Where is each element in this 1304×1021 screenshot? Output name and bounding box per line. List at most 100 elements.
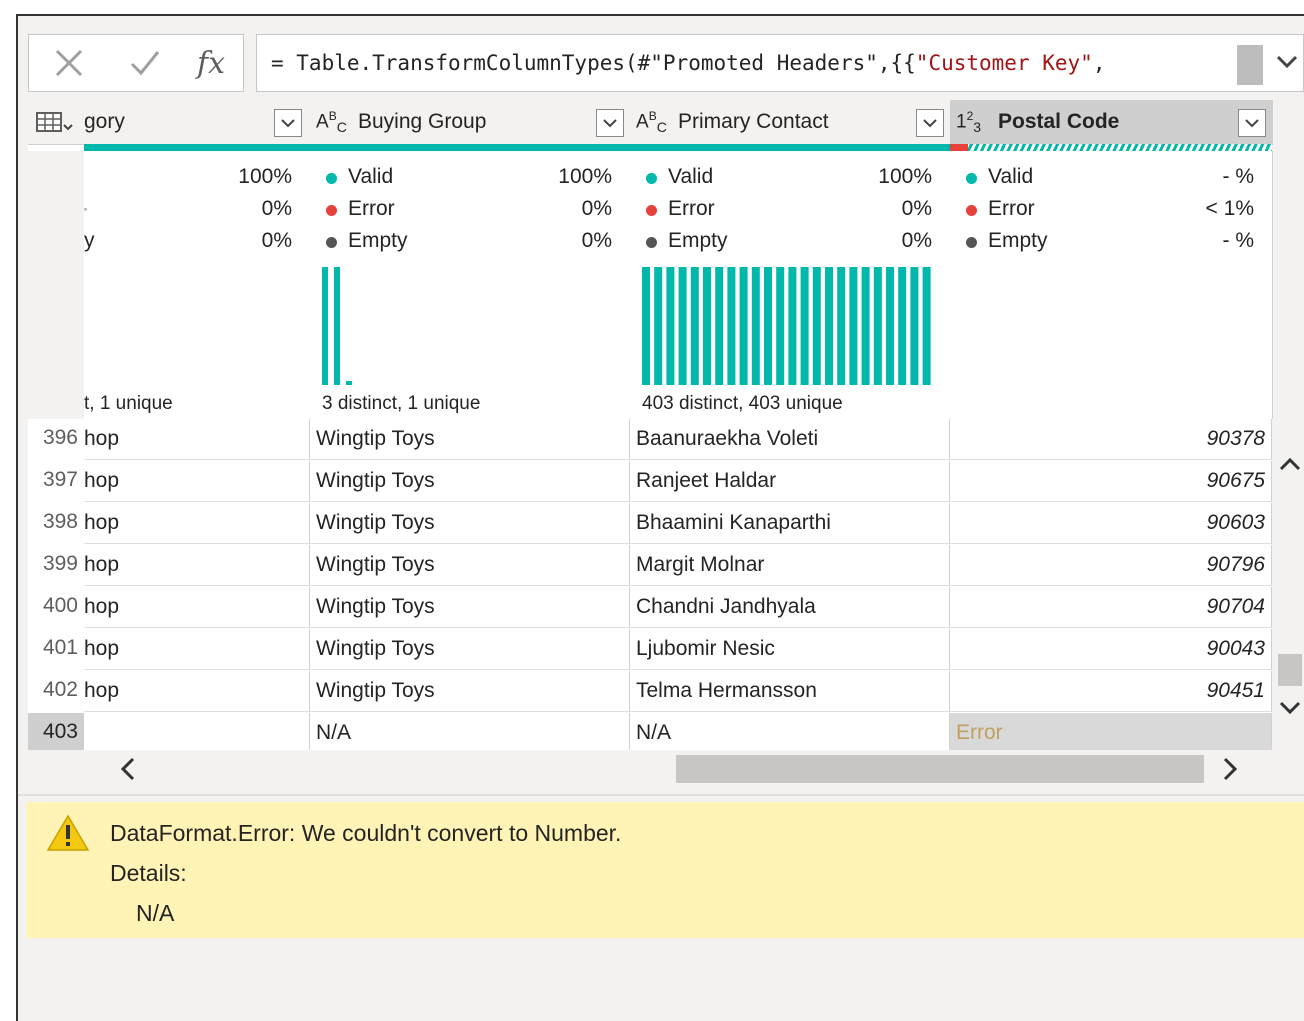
- column-name: gory: [84, 110, 125, 133]
- check-icon[interactable]: [125, 35, 165, 91]
- distribution-bar: [690, 267, 699, 385]
- column-header-buying-group[interactable]: ABC Buying Group: [310, 100, 631, 145]
- table-cell[interactable]: Telma Hermansson: [630, 671, 950, 712]
- distribution-bar: [898, 267, 907, 385]
- column-header-primary-contact[interactable]: ABC Primary Contact: [630, 100, 951, 145]
- table-cell[interactable]: Chandni Jandhyala: [630, 587, 950, 628]
- empty-label: Empty: [988, 229, 1048, 252]
- scroll-up-icon[interactable]: [1278, 452, 1302, 476]
- valid-row: Valid 100%: [324, 165, 612, 195]
- valid-row: 100%: [84, 165, 292, 195]
- table-cell[interactable]: 90378: [950, 419, 1272, 460]
- error-label: Error: [988, 197, 1035, 220]
- column-header-postal-code[interactable]: 123 Postal Code: [950, 100, 1273, 145]
- formula-text[interactable]: = Table.TransformColumnTypes(#"Promoted …: [271, 51, 1105, 75]
- table-cell[interactable]: hop: [84, 461, 310, 502]
- table-cell[interactable]: 90603: [950, 503, 1272, 544]
- row-number[interactable]: 396: [28, 419, 84, 460]
- table-menu-button[interactable]: [28, 100, 85, 145]
- error-percent: 0%: [581, 197, 612, 220]
- horizontal-scrollbar[interactable]: [28, 750, 1272, 788]
- row-number[interactable]: 402: [28, 671, 84, 712]
- table-cell[interactable]: Margit Molnar: [630, 545, 950, 586]
- chevron-down-icon[interactable]: [1273, 47, 1301, 77]
- text-type-icon: ABC: [316, 109, 347, 136]
- table-cell[interactable]: Wingtip Toys: [310, 629, 630, 670]
- formula-scrollbar[interactable]: [1237, 45, 1263, 85]
- chevron-down-icon[interactable]: [274, 109, 302, 137]
- table-cell[interactable]: Wingtip Toys: [310, 419, 630, 460]
- details-label: Details:: [110, 860, 187, 886]
- error-cell[interactable]: Error: [950, 713, 1272, 754]
- row-number[interactable]: 399: [28, 545, 84, 586]
- column-profile: Valid - % Error < 1% Empty - %: [950, 151, 1273, 419]
- empty-row: y 0%: [84, 229, 292, 259]
- fx-icon[interactable]: fx: [189, 35, 233, 91]
- table-cell[interactable]: 90796: [950, 545, 1272, 586]
- row-number[interactable]: 400: [28, 587, 84, 628]
- pane-divider: [18, 794, 1304, 796]
- distinct-summary: 3 distinct, 1 unique: [322, 393, 481, 414]
- formula-input[interactable]: = Table.TransformColumnTypes(#"Promoted …: [256, 34, 1304, 92]
- empty-label: Empty: [668, 229, 728, 252]
- profile-gutter: [28, 151, 85, 419]
- column-header-category[interactable]: gory: [84, 100, 311, 145]
- quality-bar: [84, 144, 310, 151]
- valid-percent: 100%: [558, 165, 612, 188]
- empty-row: Empty 0%: [644, 229, 932, 259]
- table-cell[interactable]: N/A: [310, 713, 630, 754]
- table-cell[interactable]: hop: [84, 419, 310, 460]
- table-cell[interactable]: Wingtip Toys: [310, 671, 630, 712]
- table-cell[interactable]: hop: [84, 629, 310, 670]
- empty-fragment: y: [84, 229, 95, 252]
- x-icon[interactable]: [49, 35, 89, 91]
- error-details-pane: DataFormat.Error: We couldn't convert to…: [26, 802, 1304, 938]
- column-name: Primary Contact: [678, 110, 829, 133]
- distribution-bar: [800, 267, 809, 385]
- scroll-down-icon[interactable]: [1278, 696, 1302, 720]
- distribution-bar: [642, 267, 650, 385]
- row-number[interactable]: 403: [28, 713, 84, 754]
- table-cell[interactable]: 90675: [950, 461, 1272, 502]
- error-percent: < 1%: [1205, 197, 1254, 220]
- table-cell[interactable]: Bhaamini Kanaparthi: [630, 503, 950, 544]
- table-cell[interactable]: N/A: [630, 713, 950, 754]
- error-row: · 0%: [82, 197, 292, 227]
- scroll-left-icon[interactable]: [116, 756, 140, 782]
- table-cell[interactable]: Ljubomir Nesic: [630, 629, 950, 670]
- table-cell[interactable]: hop: [84, 545, 310, 586]
- table-cell[interactable]: 90451: [950, 671, 1272, 712]
- table-cell[interactable]: hop: [84, 671, 310, 712]
- table-cell[interactable]: Wingtip Toys: [310, 503, 630, 544]
- error-fragment: ·: [82, 197, 89, 220]
- table-cell[interactable]: Wingtip Toys: [310, 545, 630, 586]
- distribution-chart: [322, 267, 352, 385]
- table-cell[interactable]: [84, 713, 310, 754]
- table-cell[interactable]: Wingtip Toys: [310, 587, 630, 628]
- distribution-bar: [922, 267, 931, 385]
- table-cell[interactable]: Ranjeet Haldar: [630, 461, 950, 502]
- chevron-down-icon[interactable]: [1238, 109, 1266, 137]
- scroll-right-icon[interactable]: [1218, 756, 1242, 782]
- text-type-icon: ABC: [636, 109, 667, 136]
- distribution-bar: [739, 267, 748, 385]
- distribution-bar: [886, 267, 894, 385]
- valid-percent: - %: [1222, 165, 1255, 188]
- chevron-down-icon[interactable]: [596, 109, 624, 137]
- table-cell[interactable]: Wingtip Toys: [310, 461, 630, 502]
- distribution-bar: [703, 267, 711, 385]
- vertical-scroll-thumb[interactable]: [1278, 654, 1302, 686]
- row-number[interactable]: 398: [28, 503, 84, 544]
- row-number[interactable]: 397: [28, 461, 84, 502]
- row-number[interactable]: 401: [28, 629, 84, 670]
- error-message: DataFormat.Error: We couldn't convert to…: [110, 820, 622, 846]
- table-cell[interactable]: Baanuraekha Voleti: [630, 419, 950, 460]
- horizontal-scroll-thumb[interactable]: [676, 755, 1204, 783]
- table-cell[interactable]: hop: [84, 503, 310, 544]
- table-cell[interactable]: 90043: [950, 629, 1272, 670]
- distribution-bar: [788, 267, 797, 385]
- chevron-down-icon[interactable]: [916, 109, 944, 137]
- empty-percent: 0%: [261, 229, 292, 252]
- table-cell[interactable]: hop: [84, 587, 310, 628]
- table-cell[interactable]: 90704: [950, 587, 1272, 628]
